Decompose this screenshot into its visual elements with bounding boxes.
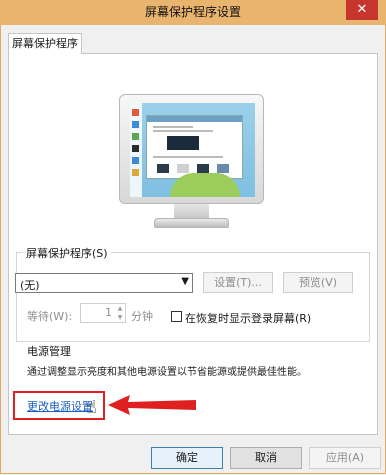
power-title: 电源管理	[27, 345, 71, 358]
monitor-preview	[119, 94, 264, 234]
ok-button[interactable]: 确定	[151, 447, 223, 469]
resume-logon-label[interactable]: 在恢复时显示登录屏幕(R)	[185, 310, 311, 326]
wait-unit: 分钟	[131, 310, 153, 323]
stepper-up-icon[interactable]: ▲	[115, 304, 125, 313]
chevron-down-icon: ▼	[181, 276, 189, 287]
desktop-app-icon	[132, 109, 139, 116]
screensaver-group-label: 屏幕保护程序(S)	[23, 245, 111, 261]
preview-button[interactable]: 预览(V)	[283, 272, 353, 293]
apply-button[interactable]: 应用(A)	[309, 447, 381, 469]
preview-thumbnail	[197, 164, 209, 173]
wait-stepper[interactable]: 1 ▲ ▼	[80, 303, 126, 323]
wait-label: 等待(W):	[27, 310, 73, 323]
preview-image	[167, 136, 199, 150]
screensaver-group: 屏幕保护程序(S)	[16, 245, 370, 342]
preview-screen	[130, 103, 255, 197]
tab-screensaver[interactable]: 屏幕保护程序	[8, 33, 82, 54]
preview-text-line	[153, 126, 193, 128]
preview-thumbnail	[157, 164, 169, 173]
hand-cursor-icon: ☝	[86, 397, 97, 418]
preview-wallpaper-hill	[170, 173, 240, 197]
close-button[interactable]: ✕	[346, 0, 378, 20]
preview-window-bar	[147, 116, 242, 122]
desktop-app-icon	[132, 121, 139, 128]
monitor-stand	[174, 204, 209, 218]
monitor-bezel	[119, 94, 264, 204]
settings-button[interactable]: 设置(T)...	[203, 272, 273, 293]
cancel-button[interactable]: 取消	[230, 447, 302, 469]
desktop-app-icon	[132, 169, 139, 176]
screensaver-select[interactable]: (无) ▼	[15, 273, 193, 293]
desktop-app-icon	[132, 157, 139, 164]
preview-text-line	[153, 156, 223, 158]
screensaver-select-value: (无)	[20, 279, 40, 292]
wait-value: 1	[105, 306, 112, 319]
preview-thumbnail	[217, 164, 229, 173]
desktop-app-icon	[132, 145, 139, 152]
window-title: 屏幕保护程序设置	[144, 5, 241, 19]
desktop-app-icon	[132, 133, 139, 140]
preview-window	[146, 115, 243, 179]
stepper-down-icon[interactable]: ▼	[115, 313, 125, 322]
preview-text-line	[153, 130, 213, 132]
preview-thumbnail	[177, 164, 189, 173]
monitor-base	[154, 218, 229, 228]
power-description: 通过调整显示亮度和其他电源设置以节省能源或提供最佳性能。	[27, 367, 307, 378]
annotation-arrow-icon	[108, 395, 196, 415]
resume-logon-checkbox[interactable]	[171, 311, 182, 322]
